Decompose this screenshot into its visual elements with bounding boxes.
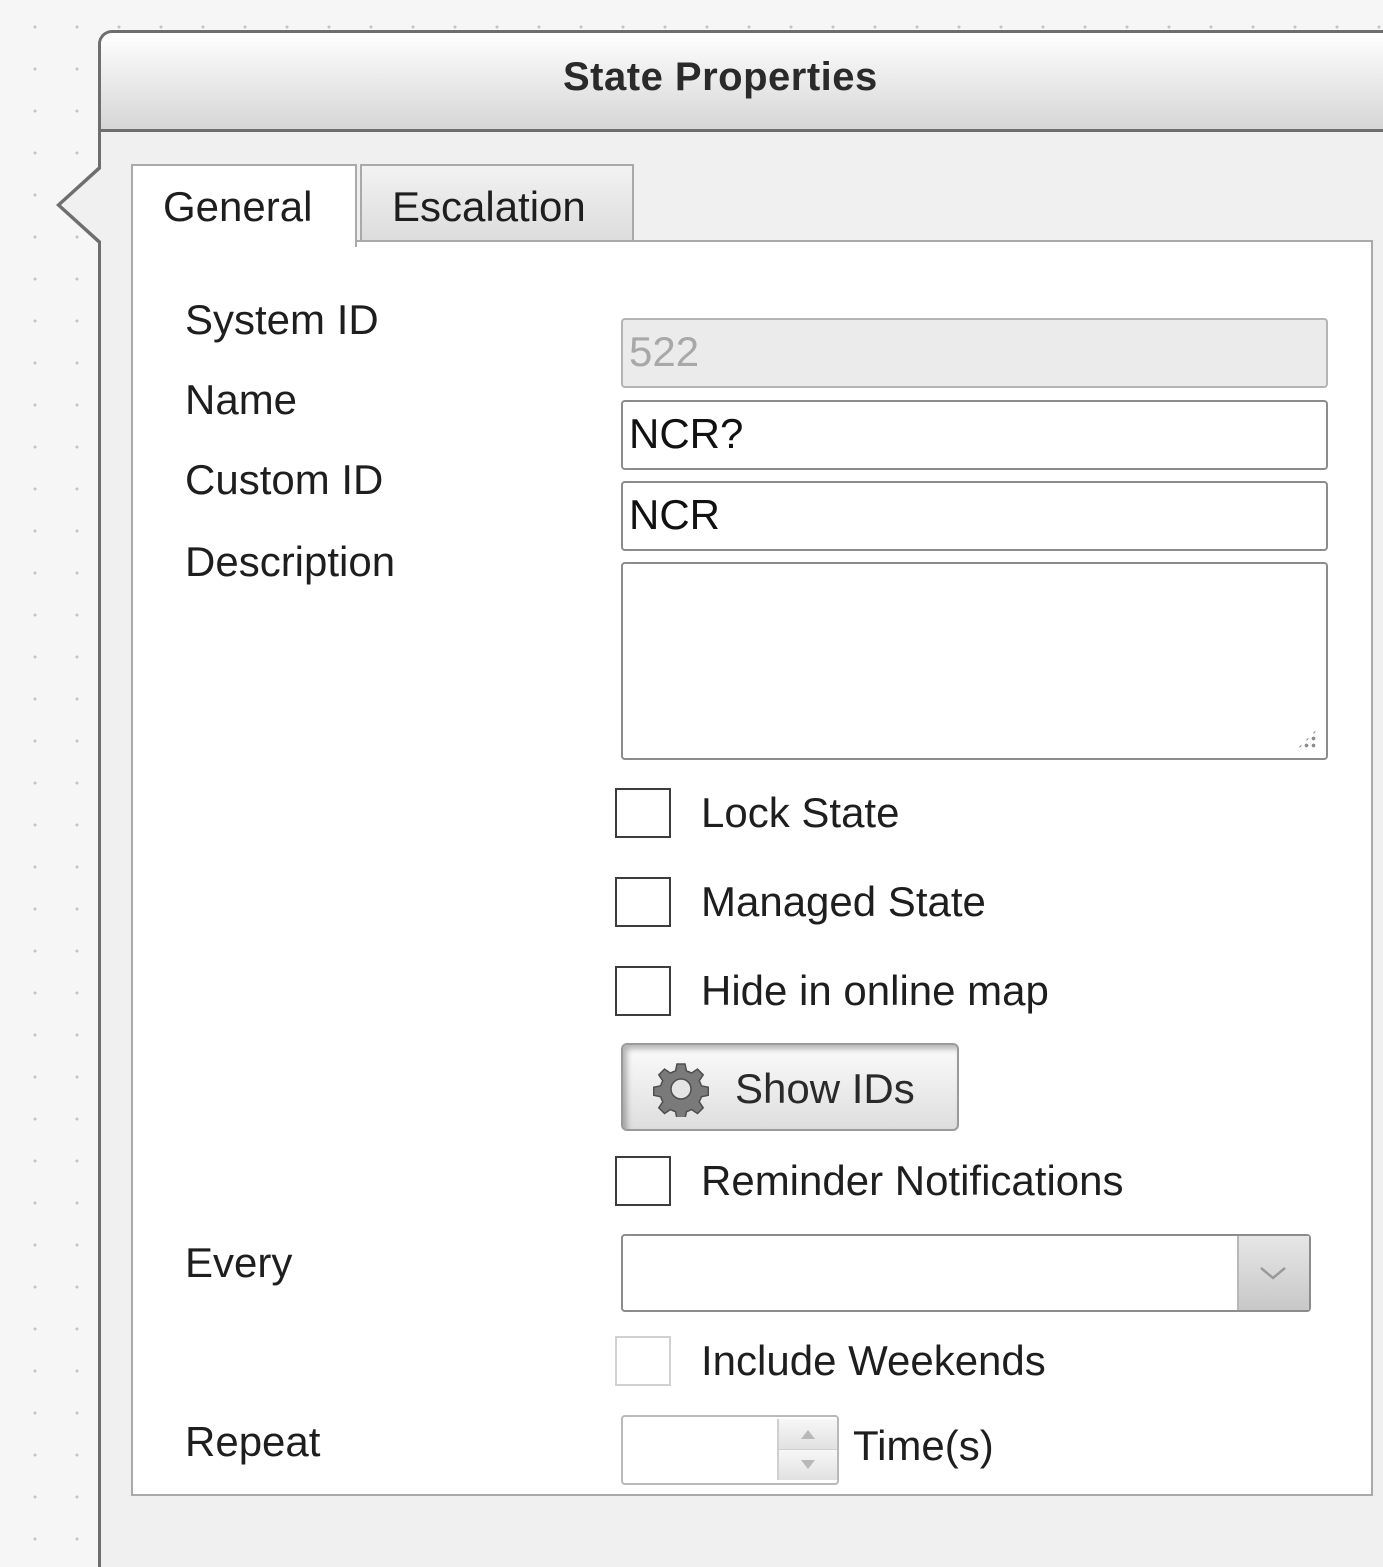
tab-escalation[interactable]: Escalation (360, 164, 634, 242)
include-weekends-label: Include Weekends (701, 1337, 1046, 1384)
hide-in-online-map-label[interactable]: Hide in online map (701, 967, 1049, 1015)
name-label: Name (185, 376, 298, 423)
repeat-spinner[interactable] (621, 1415, 839, 1485)
system-id-label: System ID (185, 296, 379, 343)
dialog-title: State Properties (563, 55, 878, 99)
every-label: Every (185, 1239, 293, 1286)
show-ids-label: Show IDs (735, 1065, 915, 1112)
managed-state-checkbox[interactable] (615, 877, 671, 927)
show-ids-button[interactable]: Show IDs (621, 1043, 959, 1131)
gear-icon (653, 1063, 709, 1117)
spinner-buttons (777, 1419, 837, 1481)
include-weekends-checkbox (615, 1336, 671, 1386)
dialog-title-bar: State Properties (101, 33, 1383, 132)
lock-state-label[interactable]: Lock State (701, 789, 899, 837)
repeat-unit-label: Time(s) (853, 1422, 994, 1469)
system-id-field: 522 (621, 318, 1328, 388)
spinner-up-button[interactable] (777, 1419, 837, 1450)
reminder-notifications-label[interactable]: Reminder Notifications (701, 1157, 1124, 1205)
hide-in-online-map-checkbox[interactable] (615, 966, 671, 1016)
chevron-down-icon (1260, 1267, 1286, 1280)
description-label: Description (185, 538, 396, 585)
arrow-down-icon (801, 1460, 815, 1469)
managed-state-label[interactable]: Managed State (701, 878, 986, 926)
resize-grip-icon[interactable] (1296, 728, 1318, 750)
state-properties-dialog: State Properties General Escalation Syst… (98, 30, 1383, 1567)
lock-state-checkbox[interactable] (615, 788, 671, 838)
every-select[interactable] (621, 1234, 1311, 1312)
custom-id-label: Custom ID (185, 456, 384, 503)
description-textarea[interactable] (621, 562, 1328, 760)
arrow-up-icon (801, 1430, 815, 1439)
general-tab-panel: System ID 522 Name NCR? Custom ID NCR De… (131, 240, 1373, 1496)
name-field[interactable]: NCR? (621, 400, 1328, 470)
custom-id-field[interactable]: NCR (621, 481, 1328, 551)
spinner-down-button[interactable] (777, 1450, 837, 1480)
popover-pointer-fill (61, 168, 102, 242)
repeat-label: Repeat (185, 1418, 321, 1465)
every-dropdown-button[interactable] (1237, 1236, 1309, 1310)
tab-general[interactable]: General (131, 164, 357, 247)
reminder-notifications-checkbox[interactable] (615, 1156, 671, 1206)
